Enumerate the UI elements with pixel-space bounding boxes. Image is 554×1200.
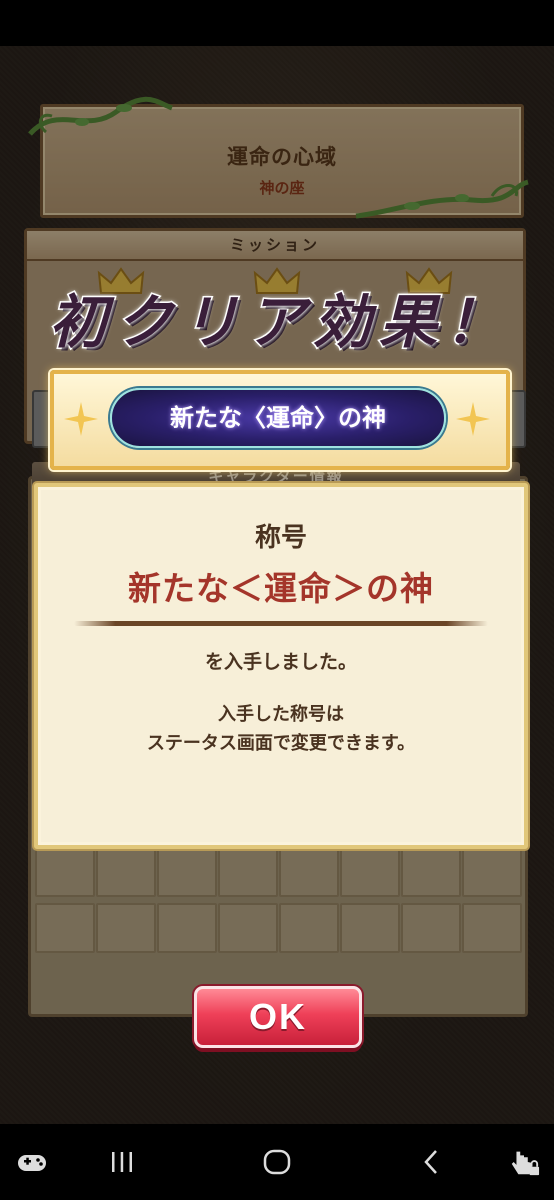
sparkle-icon xyxy=(64,402,98,436)
gamepad-icon[interactable] xyxy=(16,1146,48,1178)
ok-button[interactable]: OK xyxy=(194,986,362,1048)
dialog-obtained-text: を入手しました。 xyxy=(204,651,357,673)
title-banner: 新たな〈運命〉の神 xyxy=(50,370,510,470)
dialog-note-line1: 入手した称号は xyxy=(218,704,344,725)
system-nav-bar xyxy=(0,1124,554,1200)
divider xyxy=(74,621,488,626)
first-clear-headline: 初クリア効果！ xyxy=(47,287,511,358)
game-screen: 運命の心域 神の座 ミッション キャラクター情報 初クリア効果！ 新たな〈運命〉… xyxy=(0,46,554,1124)
status-bar xyxy=(0,0,554,46)
dialog-note-line2: ステータス画面で変更できます。 xyxy=(146,733,416,754)
touch-lock-icon[interactable] xyxy=(506,1146,542,1178)
back-icon[interactable] xyxy=(416,1146,448,1178)
sparkle-icon xyxy=(456,402,490,436)
reward-dialog: 称号 新たな＜運命＞の神 を入手しました。 入手した称号は ステータス画面で変更… xyxy=(34,483,528,849)
home-icon[interactable] xyxy=(261,1146,293,1178)
recent-apps-icon[interactable] xyxy=(106,1146,138,1178)
dialog-title-name: 新たな＜運命＞の神 xyxy=(128,569,434,608)
dialog-label: 称号 xyxy=(254,523,307,553)
title-banner-name: 新たな〈運命〉の神 xyxy=(110,388,446,448)
